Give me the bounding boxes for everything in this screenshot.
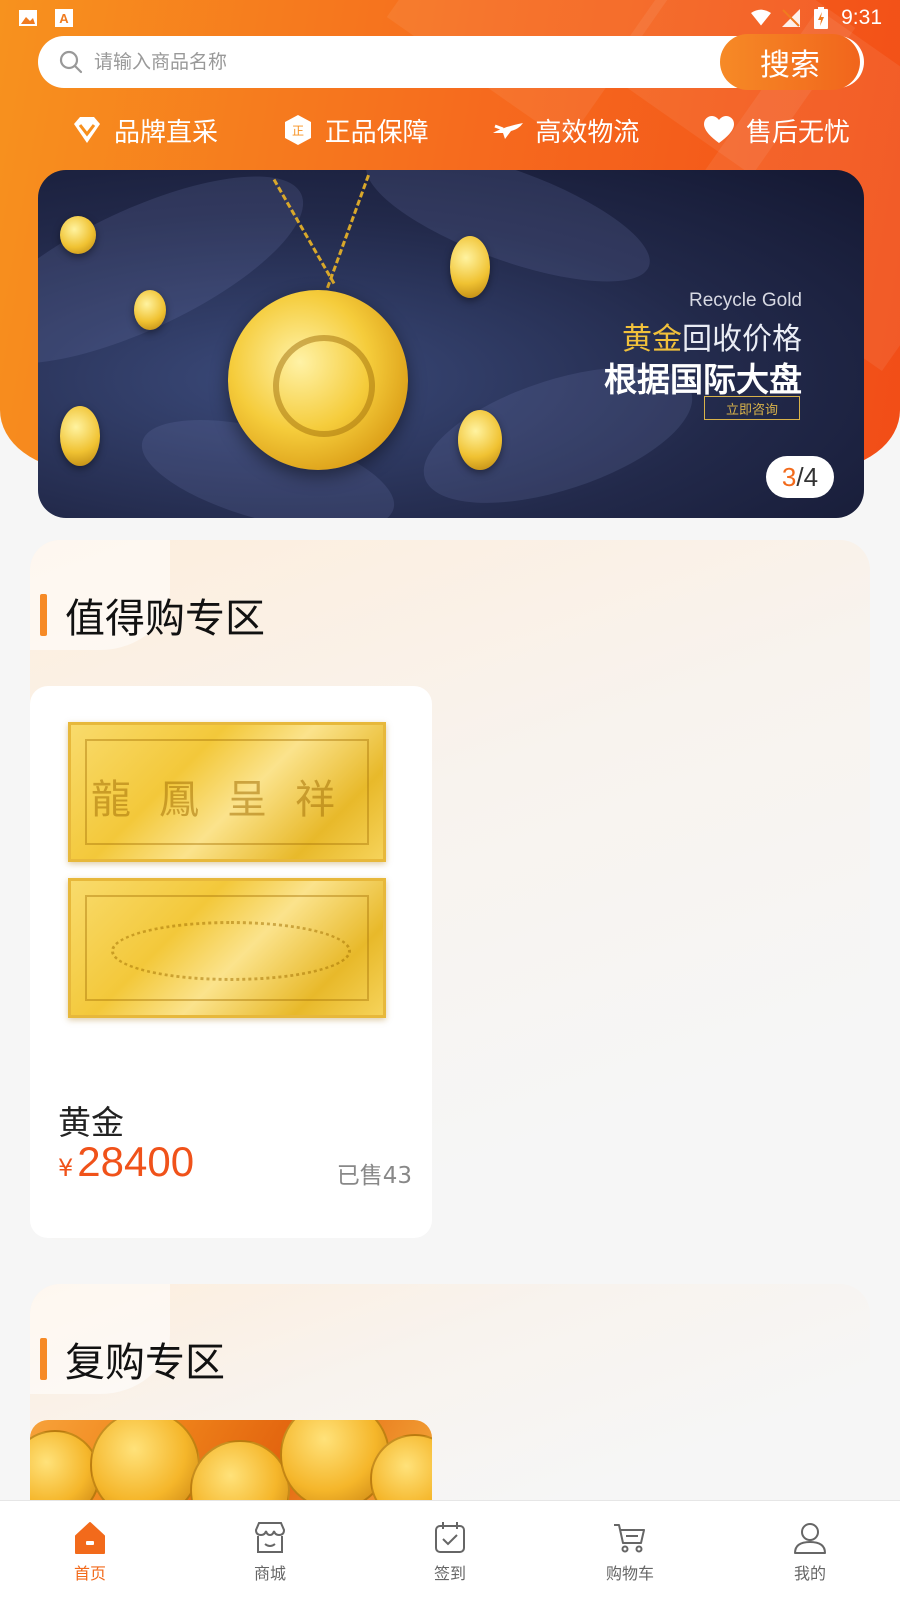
product-sold-count: 已售43 — [336, 1163, 412, 1189]
section-accent-bar — [40, 594, 47, 636]
tab-cart[interactable]: 购物车 — [540, 1501, 720, 1600]
gold-charm — [60, 216, 96, 254]
section-accent-bar — [40, 1338, 47, 1380]
svg-text:正: 正 — [292, 124, 304, 138]
home-icon — [75, 1521, 105, 1554]
product-image-gold-bar-top: 龍鳳呈祥 — [68, 722, 386, 862]
search-button[interactable]: 搜索 — [720, 34, 860, 90]
feature-label: 售后无忧 — [745, 117, 850, 148]
section-title: 复购专区 — [65, 1340, 225, 1386]
banner-subtitle: 根据国际大盘 — [604, 360, 802, 399]
feature-item: 高效物流 — [491, 112, 639, 149]
gold-charm — [450, 236, 490, 298]
product-price: ¥ 28400 — [58, 1138, 195, 1185]
feature-badges: 品牌直采 正 正品保障 高效物流 售后无忧 — [70, 108, 850, 152]
feature-label: 品牌直采 — [114, 117, 219, 148]
product-name: 黄金 — [58, 1103, 124, 1142]
tab-home[interactable]: 首页 — [0, 1501, 180, 1600]
user-icon — [794, 1522, 826, 1554]
gold-rose-pendant — [228, 290, 408, 470]
gallery-notification-icon — [18, 8, 38, 28]
feature-label: 高效物流 — [535, 117, 640, 148]
carousel-indicator: 3/4 — [766, 456, 834, 498]
banner-title: 黄金回收价格 — [622, 322, 802, 357]
genuine-badge-icon: 正 — [284, 115, 311, 145]
carousel-current: 3 — [781, 461, 797, 492]
tab-store[interactable]: 商城 — [180, 1501, 360, 1600]
feature-item: 正 正品保障 — [281, 112, 429, 149]
carousel-total: 4 — [803, 461, 819, 492]
airplane-icon — [493, 123, 524, 139]
search-bar: 搜索 — [38, 34, 864, 90]
signal-off-icon — [781, 8, 801, 28]
app-notification-icon: A — [54, 8, 74, 28]
banner-title-en: Recycle Gold — [689, 290, 802, 311]
gold-charm — [458, 410, 502, 470]
search-icon — [58, 49, 84, 75]
bottom-tab-bar: 首页 商城 签到 购物车 我的 — [0, 1500, 900, 1600]
cart-icon — [614, 1523, 645, 1552]
feature-item: 售后无忧 — [702, 112, 850, 149]
heart-icon — [703, 116, 734, 143]
store-icon — [254, 1521, 286, 1553]
feature-item: 品牌直采 — [70, 112, 218, 149]
tab-mine[interactable]: 我的 — [720, 1501, 900, 1600]
status-time: 9:31 — [841, 6, 882, 29]
banner-consult-button[interactable]: 立即咨询 — [704, 396, 800, 420]
gold-charm — [134, 290, 166, 330]
battery-charging-icon — [811, 7, 831, 29]
feature-label: 正品保障 — [324, 117, 429, 148]
svg-text:A: A — [59, 11, 69, 26]
status-bar: A 9:31 — [0, 0, 900, 36]
diamond-icon — [74, 117, 100, 143]
banner-carousel[interactable]: Recycle Gold 黄金回收价格 根据国际大盘 立即咨询 3/4 — [38, 170, 864, 518]
wifi-icon — [751, 8, 772, 28]
product-image-gold-bar-bottom — [68, 878, 386, 1018]
gold-charm — [60, 406, 100, 466]
checkin-calendar-icon — [435, 1521, 465, 1553]
product-card[interactable]: 龍鳳呈祥 黄金 ¥ 28400 已售43 — [30, 686, 432, 1238]
section-title: 值得购专区 — [65, 596, 265, 642]
product-card[interactable] — [30, 1420, 432, 1500]
tab-checkin[interactable]: 签到 — [360, 1501, 540, 1600]
